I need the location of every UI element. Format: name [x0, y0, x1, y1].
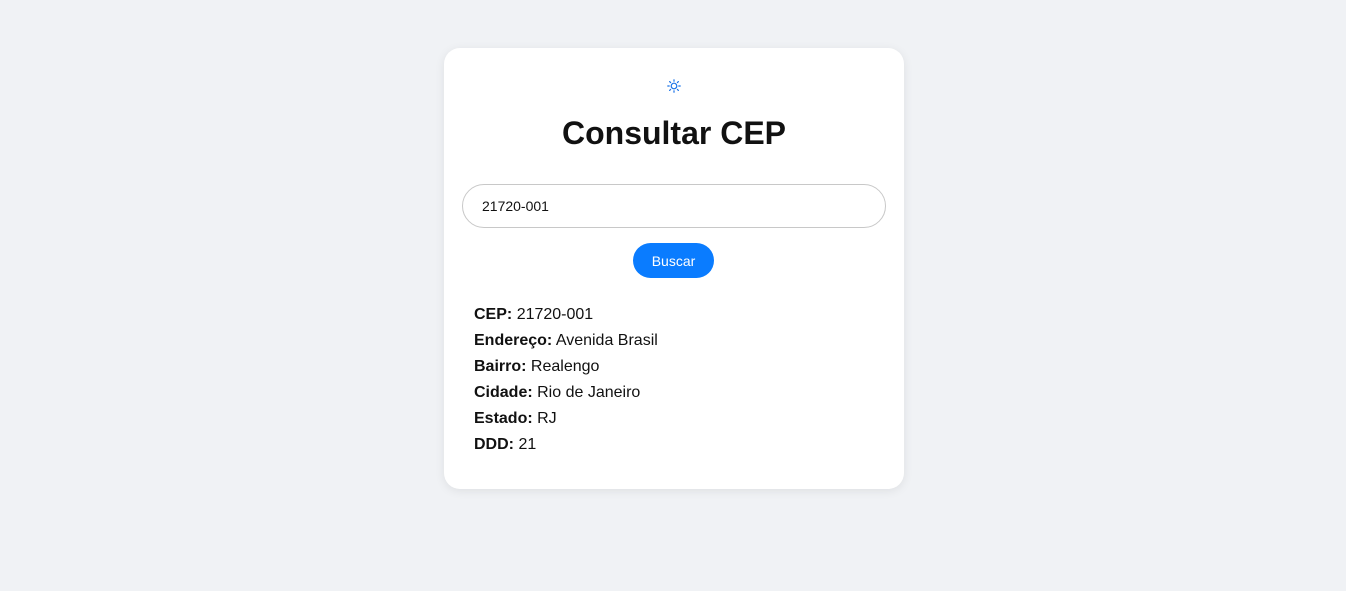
- cep-input[interactable]: [462, 184, 886, 228]
- result-value: 21: [518, 436, 537, 453]
- result-label: Cidade:: [474, 384, 533, 401]
- result-row-ddd: DDD: 21: [474, 432, 658, 458]
- result-list: CEP: 21720-001 Endereço: Avenida Brasil …: [474, 302, 658, 458]
- result-row-bairro: Bairro: Realengo: [474, 354, 658, 380]
- result-label: DDD:: [474, 436, 514, 453]
- result-label: Estado:: [474, 410, 533, 427]
- result-row-estado: Estado: RJ: [474, 406, 658, 432]
- sun-icon: [667, 79, 681, 93]
- result-label: Endereço:: [474, 332, 553, 349]
- result-row-endereco: Endereço: Avenida Brasil: [474, 328, 658, 354]
- result-value: Rio de Janeiro: [537, 384, 641, 401]
- result-label: CEP:: [474, 306, 513, 323]
- cep-card: Consultar CEP Buscar CEP: 21720-001 Ende…: [444, 48, 904, 489]
- search-button[interactable]: Buscar: [633, 243, 714, 278]
- result-value: Realengo: [530, 358, 600, 375]
- result-label: Bairro:: [474, 358, 527, 375]
- page-title: Consultar CEP: [561, 115, 787, 151]
- result-row-cidade: Cidade: Rio de Janeiro: [474, 380, 658, 406]
- result-value: 21720-001: [516, 306, 594, 323]
- result-value: RJ: [537, 410, 557, 427]
- result-row-cep: CEP: 21720-001: [474, 302, 658, 328]
- result-value: Avenida Brasil: [555, 332, 658, 349]
- theme-toggle-button[interactable]: [666, 78, 682, 94]
